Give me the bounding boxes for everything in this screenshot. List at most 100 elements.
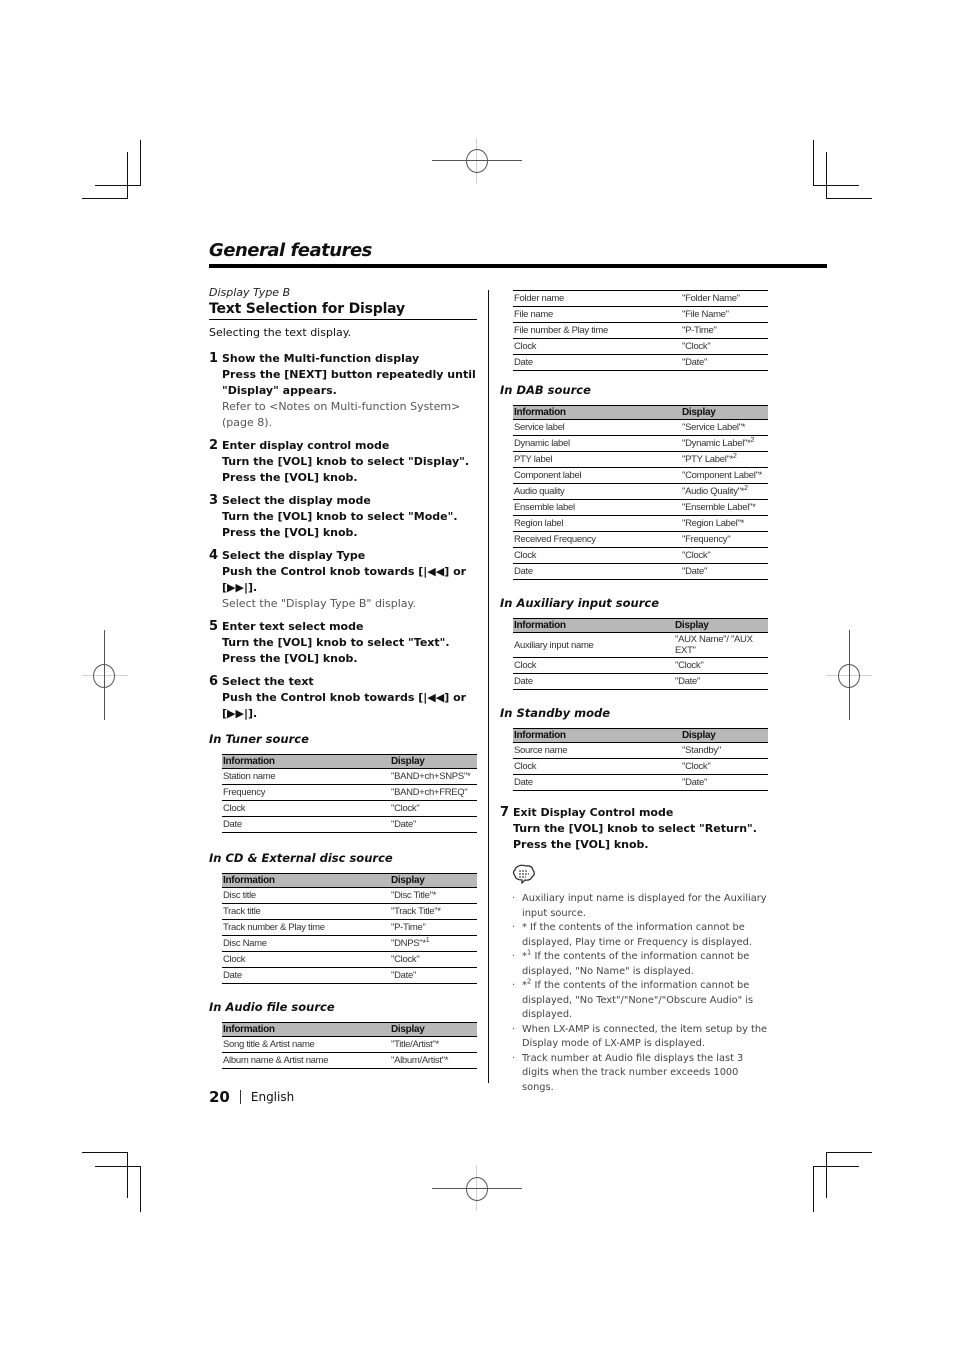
display-cell: "Album/Artist"* [390,1052,477,1069]
display-cell: "Dynamic Label"*2 [681,435,768,452]
standby-heading: In Standby mode [500,706,611,720]
step-number: 1 [209,351,219,366]
audio-file-source-heading: In Audio file source [209,1000,335,1014]
information-cell: Track number & Play time [222,919,390,936]
information-cell: Date [222,816,390,833]
table-row: Date "Date" [222,816,477,833]
table-row: Frequency "BAND+ch+FREQ" [222,784,477,801]
column-header-display: Display [390,1022,477,1037]
table-row: Date "Date" [513,673,768,690]
step-number: 2 [209,438,219,453]
step-7: 7 Exit Display Control mode Turn the [VO… [500,805,768,853]
step-3: 3 Select the display mode Turn the [VOL]… [209,493,477,541]
step-number: 5 [209,619,219,634]
table-row: Folder name "Folder Name" [513,290,768,307]
column-header-display: Display [681,728,768,743]
information-cell: Clock [222,951,390,968]
left-column: Display Type B Text Selection for Displa… [209,286,477,1069]
step-instruction: Turn the [VOL] knob to select "Text". Pr… [222,636,450,665]
information-cell: PTY label [513,451,681,468]
step-number: 6 [209,674,219,689]
audio-file-table-continued: Folder name "Folder Name" File name "File N… [513,290,768,371]
display-cell: "Clock" [390,951,477,968]
table-row: Region label "Region Label"* [513,515,768,532]
display-cell: "File Name" [681,306,768,323]
step-instruction: Push the Control knob towards [|◀◀] or [… [222,565,467,594]
step-title: Select the display mode [222,494,371,507]
table-row: Date "Date" [513,563,768,580]
step-title: Select the display Type [222,549,366,562]
display-cell: "Track Title"* [390,903,477,920]
note-item: * If the contents of the information can… [512,921,768,950]
display-cell: "Region Label"* [681,515,768,532]
cd-table: Information Display Disc title "Disc Titl… [222,873,477,984]
information-cell: File name [513,306,681,323]
display-cell: "Ensemble Label"* [681,499,768,516]
column-header-information: Information [222,754,390,769]
table-row: Station name "BAND+ch+SNPS"* [222,768,477,785]
display-cell: "Date" [681,563,768,580]
information-cell: Date [513,774,681,791]
information-cell: Date [222,967,390,984]
information-cell: Station name [222,768,390,785]
display-cell: "Standby" [681,742,768,759]
display-cell: "BAND+ch+SNPS"* [390,768,477,785]
page-footer: 20 English [209,1088,294,1106]
step-number: 7 [500,805,510,820]
table-row: Clock "Clock" [513,547,768,564]
cd-source-heading: In CD & External disc source [209,851,393,865]
column-header-information: Information [513,728,681,743]
column-header-information: Information [513,405,681,420]
step-number: 4 [209,548,219,563]
display-cell: "Date" [674,673,768,690]
memo-speech-bubble-icon [512,864,535,885]
table-row: Track title "Track Title"* [222,903,477,920]
step-instruction: Push the Control knob towards [|◀◀] or [… [222,691,467,720]
display-cell: "Service Label"* [681,419,768,436]
display-cell: "PTY Label"*2 [681,451,768,468]
step-title: Show the Multi-function display [222,352,420,365]
information-cell: Song title & Artist name [222,1036,390,1053]
section-heading: Text Selection for Display [209,301,477,320]
standby-table: Information Display Source name "Standby"… [513,728,768,791]
information-cell: Date [513,673,674,690]
note-item: Track number at Audio file displays the … [512,1052,768,1096]
display-cell: "Clock" [681,758,768,775]
footer-separator [239,1090,241,1104]
column-header-display: Display [390,754,477,769]
information-cell: Clock [222,800,390,817]
display-cell: "BAND+ch+FREQ" [390,784,477,801]
table-row: Date "Date" [513,354,768,371]
step-2: 2 Enter display control mode Turn the [V… [209,438,477,486]
step-5: 5 Enter text select mode Turn the [VOL] … [209,619,477,667]
dab-source-heading: In DAB source [500,383,591,397]
step-4: 4 Select the display Type Push the Contr… [209,548,477,612]
display-cell: "Clock" [681,547,768,564]
step-title: Enter text select mode [222,620,364,633]
tuner-table: Information Display Station name "BAND+ch… [222,754,477,833]
column-header-information: Information [513,618,674,633]
step-6: 6 Select the text Push the Control knob … [209,674,477,722]
information-cell: Clock [513,338,681,355]
information-cell: Album name & Artist name [222,1052,390,1069]
step-instruction: Turn the [VOL] knob to select "Return". … [513,822,757,851]
table-row: Disc Name "DNPS"*1 [222,935,477,952]
display-cell: "Date" [681,774,768,791]
table-row: File name "File Name" [513,306,768,323]
aux-source-heading: In Auxiliary input source [500,596,660,610]
page-number: 20 [209,1088,230,1106]
note-item: *2 If the contents of the information ca… [512,978,768,1023]
display-cell: "P-Time" [681,322,768,339]
information-cell: Clock [513,657,674,674]
table-row: Dynamic label "Dynamic Label"*2 [513,435,768,452]
step-instruction: Press the [NEXT] button repeatedly until… [222,368,476,397]
display-cell: "Audio Quality"*2 [681,483,768,500]
display-cell: "Folder Name" [681,290,768,307]
table-row: Auxiliary input name "AUX Name"/ "AUX EXT… [513,632,768,658]
step-1: 1 Show the Multi-function display Press … [209,351,477,431]
information-cell: Clock [513,758,681,775]
information-cell: Date [513,354,681,371]
information-cell: Disc Name [222,935,390,952]
table-row: Clock "Clock" [513,758,768,775]
right-column: Folder name "Folder Name" File name "File N… [500,290,768,1095]
